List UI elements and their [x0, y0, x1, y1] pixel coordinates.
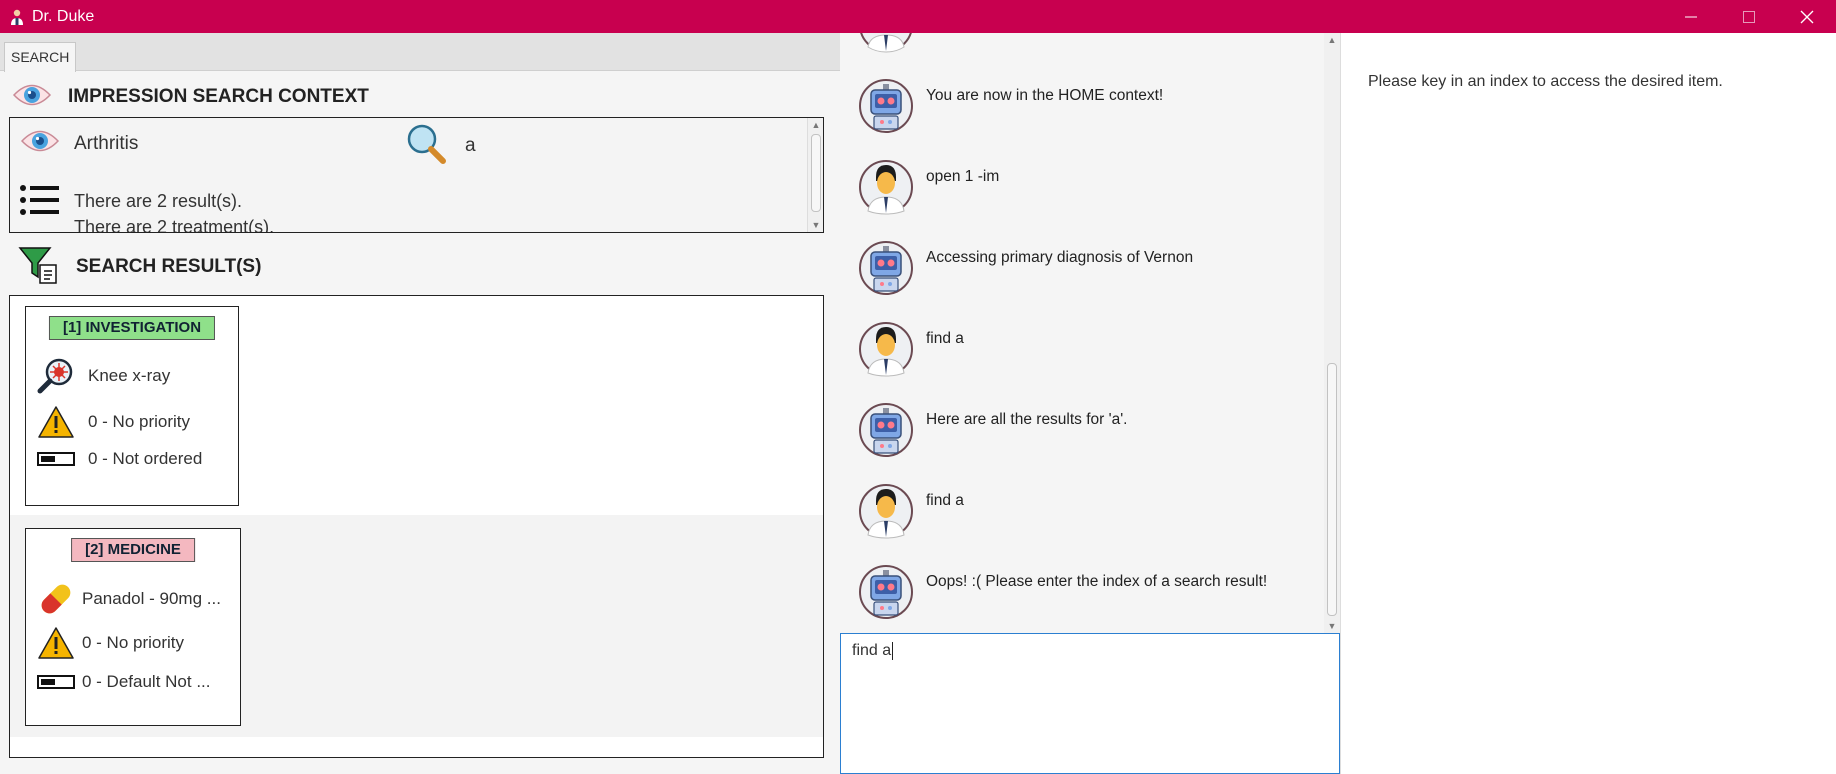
app-icon [6, 6, 28, 28]
warning-icon [36, 405, 76, 439]
eye-icon [20, 126, 60, 161]
chat-message [858, 33, 1318, 57]
tab-search[interactable]: SEARCH [4, 42, 77, 72]
result-priority: 0 - No priority [82, 633, 185, 652]
robot-avatar [859, 403, 913, 457]
detail-panel: Please key in an index to access the des… [1340, 33, 1836, 774]
user-avatar [859, 322, 913, 377]
result-card-investigation[interactable]: [1] INVESTIGATION Knee x-ray 0 - No prio… [25, 306, 239, 506]
list-icon [20, 184, 60, 221]
eye-icon [12, 80, 52, 115]
status-bar-icon [36, 674, 76, 690]
search-results-header: SEARCH RESULT(S) [18, 245, 261, 289]
result-name: Panadol - 90mg ... [82, 589, 221, 608]
robot-avatar [859, 565, 913, 619]
minimize-button[interactable] [1662, 0, 1720, 33]
result-status: 0 - Not ordered [88, 449, 203, 468]
robot-avatar [859, 241, 913, 295]
scrollbar-thumb[interactable] [811, 134, 821, 212]
chat-message: Accessing primary diagnosis of Vernon [858, 240, 1318, 300]
chat-message: open 1 -im [858, 159, 1318, 219]
scrollbar-thumb[interactable] [1327, 363, 1337, 616]
impression-context-header: IMPRESSION SEARCH CONTEXT [12, 77, 369, 117]
detail-panel-message: Please key in an index to access the des… [1368, 73, 1723, 90]
chat-message-text: find a [926, 492, 964, 509]
window-title: Dr. Duke [32, 7, 95, 25]
warning-icon [36, 626, 76, 660]
result-badge: [1] INVESTIGATION [48, 316, 216, 340]
scroll-down-arrow-icon[interactable]: ▼ [1324, 619, 1340, 633]
user-avatar [860, 33, 912, 53]
robot-avatar [859, 79, 913, 133]
scroll-up-arrow-icon[interactable]: ▲ [1324, 33, 1340, 47]
chat-message: find a [858, 483, 1318, 543]
magnifier-icon [405, 122, 447, 169]
chat-message: Here are all the results for 'a'. [858, 402, 1318, 462]
impression-context-title: IMPRESSION SEARCH CONTEXT [68, 86, 369, 107]
result-card-medicine[interactable]: [2] MEDICINE Panadol - 90mg ... 0 - No p… [25, 528, 241, 726]
context-scrollbar[interactable]: ▲ ▼ [807, 118, 823, 232]
tab-strip: SEARCH [0, 33, 840, 72]
pill-icon [36, 579, 76, 619]
result-status: 0 - Default Not ... [82, 672, 211, 691]
result-count-text: There are 2 result(s). [74, 191, 243, 211]
search-query: a [465, 134, 476, 156]
impression-name: Arthritis [74, 132, 139, 154]
chat-scrollbar[interactable]: ▲ ▼ [1324, 33, 1340, 633]
treatment-count-text: There are 2 treatment(s). [74, 217, 275, 233]
close-button[interactable] [1778, 0, 1836, 33]
maximize-button[interactable] [1720, 0, 1778, 33]
search-results-list: [1] INVESTIGATION Knee x-ray 0 - No prio… [9, 295, 824, 758]
status-bar-icon [36, 451, 76, 467]
title-bar: Dr. Duke [0, 0, 1836, 33]
chat-message-text: Oops! :( Please enter the index of a sea… [926, 573, 1268, 590]
chat-message: You are now in the HOME context! [858, 78, 1318, 138]
chat-message-text: Here are all the results for 'a'. [926, 411, 1128, 428]
scroll-up-arrow-icon[interactable]: ▲ [808, 118, 823, 132]
chat-message: find a [858, 321, 1318, 381]
chat-message-text: Accessing primary diagnosis of Vernon [926, 249, 1194, 266]
result-badge: [2] MEDICINE [71, 538, 195, 562]
command-input-value: find a [852, 642, 892, 660]
chat-panel: You are now in the HOME context! open 1 … [840, 33, 1340, 633]
command-input[interactable]: find a [840, 633, 1340, 774]
text-caret [892, 642, 894, 660]
xray-search-icon [36, 357, 76, 395]
chat-message: Oops! :( Please enter the index of a sea… [858, 564, 1318, 624]
scroll-down-arrow-icon[interactable]: ▼ [808, 218, 823, 232]
search-panel: SEARCH IMPRESSION SEARCH CONTEXT Arthrit… [0, 33, 840, 774]
chat-message-text: find a [926, 330, 964, 347]
user-avatar [859, 160, 913, 215]
filter-icon [18, 245, 58, 290]
search-results-title: SEARCH RESULT(S) [76, 256, 262, 277]
chat-message-text: You are now in the HOME context! [926, 87, 1164, 104]
result-priority: 0 - No priority [88, 412, 191, 431]
impression-context-box: Arthritis a There are 2 result(s). There… [9, 117, 824, 233]
chat-message-text: open 1 -im [926, 168, 1000, 185]
user-avatar [859, 484, 913, 539]
result-name: Knee x-ray [88, 366, 171, 385]
